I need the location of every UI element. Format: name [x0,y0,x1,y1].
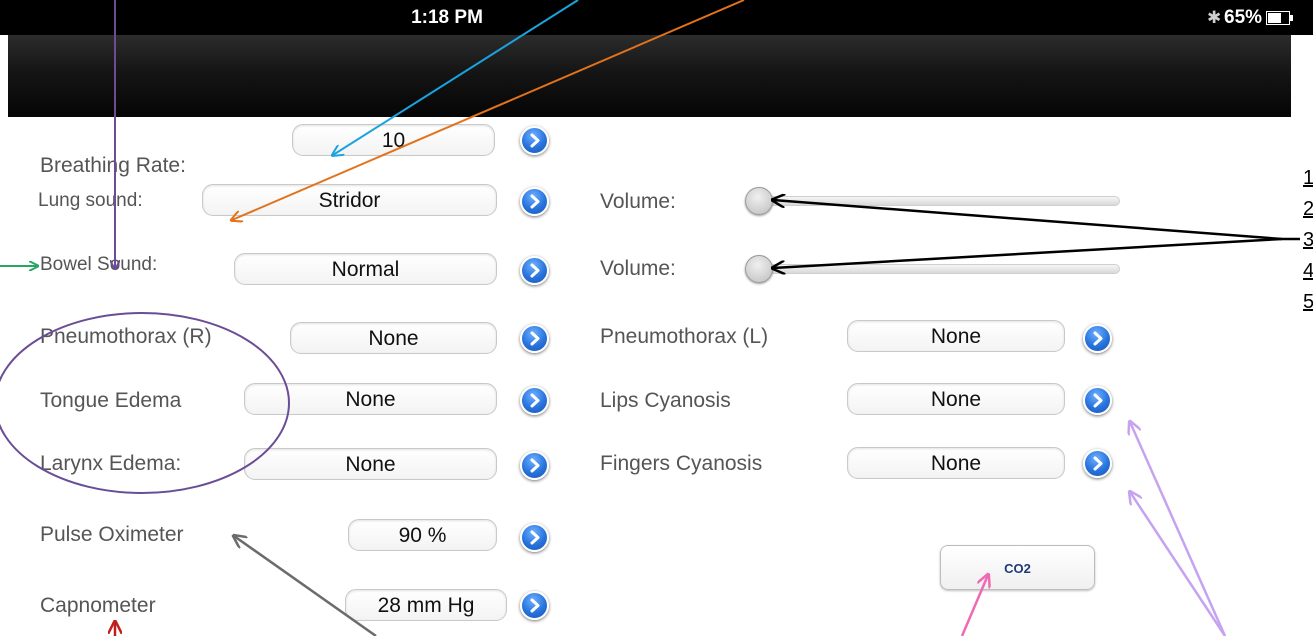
chevron-right-icon [530,393,540,408]
battery-percent: 65% [1224,7,1263,28]
list-item: 1 [1303,167,1313,189]
larynx-edema-disclosure-button[interactable] [520,451,549,480]
chevron-right-icon [1093,456,1103,471]
bowel-volume-slider[interactable] [750,264,1120,274]
breathing-rate-field[interactable]: 10 [292,124,495,156]
bluetooth-icon: ✱ [1207,8,1222,27]
capnometer-label: Capnometer [40,594,156,617]
tongue-edema-disclosure-button[interactable] [520,386,549,415]
breathing-rate-label: Breathing Rate: [40,154,186,177]
chevron-right-icon [1093,393,1103,408]
pulse-oximeter-field[interactable]: 90 % [348,519,497,551]
capnometer-field[interactable]: 28 mm Hg [345,589,507,621]
bowel-sound-disclosure-button[interactable] [520,256,549,285]
pneumothorax-r-disclosure-button[interactable] [520,324,549,353]
chevron-right-icon [530,194,540,209]
fingers-cyanosis-field[interactable]: None [847,447,1065,479]
status-bar: 1:18 PM ✱ 65% [0,0,1313,35]
fingers-cyanosis-disclosure-button[interactable] [1083,449,1112,478]
chevron-right-icon [530,133,540,148]
pulse-oximeter-disclosure-button[interactable] [520,523,549,552]
lung-volume-slider-thumb[interactable] [745,187,773,215]
chevron-right-icon [530,331,540,346]
lung-sound-disclosure-button[interactable] [520,187,549,216]
lung-sound-field[interactable]: Stridor [202,184,497,216]
chevron-right-icon [530,263,540,278]
lips-cyanosis-disclosure-button[interactable] [1083,386,1112,415]
breathing-rate-disclosure-button[interactable] [520,126,549,155]
lung-volume-slider[interactable] [750,196,1120,206]
pneumothorax-l-label: Pneumothorax (L) [600,325,769,348]
chevron-right-icon [530,598,540,613]
navigation-bar [8,35,1291,117]
lung-sound-label: Lung sound: [38,190,143,211]
battery-icon [1266,11,1293,25]
lips-cyanosis-label: Lips Cyanosis [600,389,731,412]
chevron-right-icon [530,530,540,545]
bowel-sound-field[interactable]: Normal [234,253,497,285]
capnometer-disclosure-button[interactable] [520,591,549,620]
edge-numbered-list: 1 2 3 4 5 [1303,163,1313,318]
pneumothorax-r-field[interactable]: None [290,322,497,354]
lung-volume-label: Volume: [600,190,676,213]
pulse-oximeter-label: Pulse Oximeter [40,523,184,546]
list-item: 4 [1303,260,1313,282]
larynx-edema-label: Larynx Edema: [40,452,182,475]
status-time: 1:18 PM [411,7,483,28]
list-item: 5 [1303,291,1313,313]
pneumothorax-r-label: Pneumothorax (R) [40,325,212,348]
bowel-volume-label: Volume: [600,257,676,280]
pneumothorax-l-disclosure-button[interactable] [1083,324,1112,353]
chevron-right-icon [530,458,540,473]
list-item: 3 [1303,229,1313,251]
pneumothorax-l-field[interactable]: None [847,320,1065,352]
larynx-edema-field[interactable]: None [244,448,497,480]
chevron-right-icon [1093,331,1103,346]
lips-cyanosis-field[interactable]: None [847,383,1065,415]
tongue-edema-label: Tongue Edema [40,389,182,412]
list-item: 2 [1303,198,1313,220]
co2-button[interactable]: CO2 [940,545,1095,590]
tongue-edema-field[interactable]: None [244,383,497,415]
bowel-volume-slider-thumb[interactable] [745,255,773,283]
fingers-cyanosis-label: Fingers Cyanosis [600,452,763,475]
bowel-sound-label: Bowel Sound: [40,254,158,275]
